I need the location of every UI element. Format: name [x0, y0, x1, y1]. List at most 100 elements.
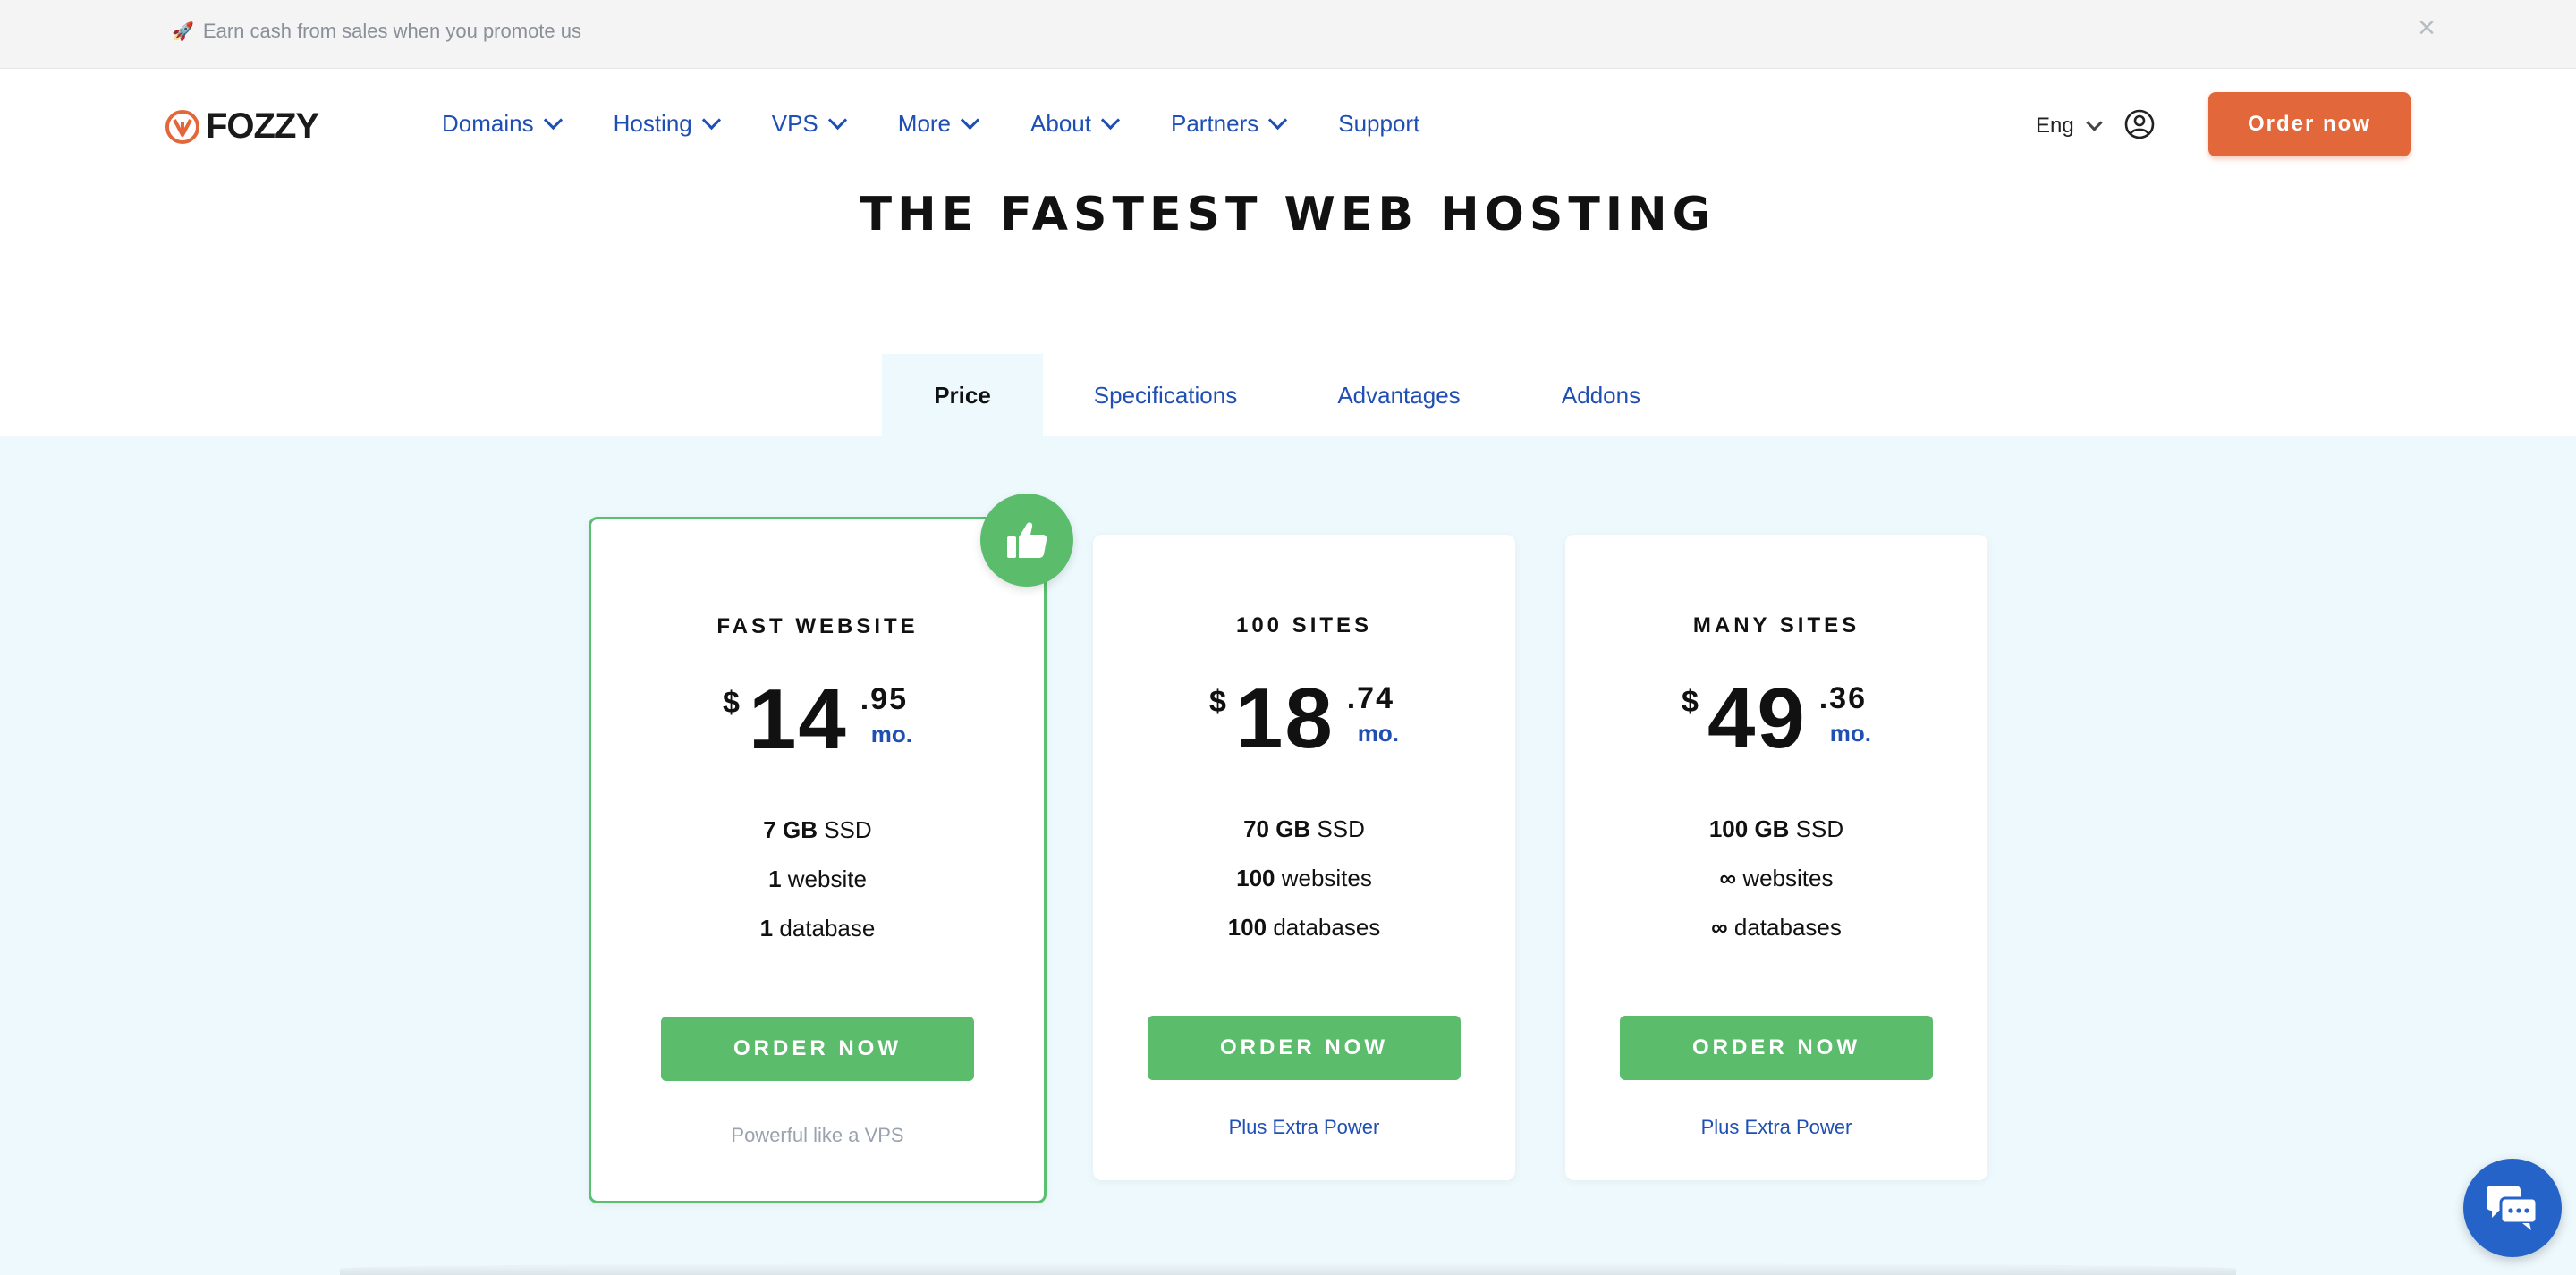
chevron-down-icon [2086, 114, 2103, 131]
feature-databases: ∞ databases [1565, 914, 1987, 941]
close-icon[interactable]: × [2413, 13, 2440, 43]
language-label: Eng [2036, 114, 2074, 138]
feature-label: websites [1281, 865, 1372, 891]
feature-value: 100 [1236, 865, 1275, 891]
price-cents: .95 [860, 682, 908, 716]
nav-label: VPS [771, 110, 818, 137]
nav-label: Domains [442, 110, 534, 137]
feature-label: databases [1733, 914, 1842, 941]
price-period: mo. [1829, 720, 1871, 747]
plan-card-many-sites: MANY SITES $ 49 .36 mo. 100 GB SSD ∞ web… [1565, 535, 1987, 1180]
logo[interactable]: FOZZY [165, 106, 319, 147]
tab-specifications[interactable]: Specifications [1043, 354, 1288, 436]
plus-extra-power-link[interactable]: Plus Extra Power [1565, 1116, 1987, 1139]
feature-value: 1 [768, 865, 782, 892]
price-int: 18 [1234, 671, 1335, 766]
nav-label: More [897, 110, 952, 137]
feature-storage: 70 GB SSD [1093, 815, 1515, 843]
currency: $ [723, 686, 740, 720]
page-title: THE FASTEST WEB HOSTING [860, 188, 1716, 241]
nav-label: Hosting [613, 110, 692, 137]
promo-bar: 🚀 Earn cash from sales when you promote … [0, 0, 2576, 69]
feature-value: ∞ [1711, 914, 1728, 941]
plan-name: MANY SITES [1692, 613, 1860, 638]
plan-price: $ 14 .95 mo. [591, 677, 1044, 763]
chat-button[interactable] [2463, 1159, 2562, 1257]
feature-value: ∞ [1719, 865, 1737, 891]
feature-label: website [787, 865, 867, 892]
plan-card-fast-website: FAST WEBSITE $ 14 .95 mo. 7 GB SSD 1 web… [589, 517, 1046, 1203]
logo-text: FOZZY [206, 106, 319, 146]
chevron-down-icon [1268, 110, 1288, 131]
tab-bar: Price Specifications Advantages Addons [882, 354, 1692, 436]
user-circle-icon[interactable] [2123, 108, 2156, 140]
order-now-button[interactable]: ORDER NOW [661, 1017, 974, 1081]
feature-value: 70 GB [1243, 815, 1311, 842]
feature-databases: 1 database [591, 915, 1044, 942]
thumbs-up-icon [1007, 522, 1047, 558]
nav-domains[interactable]: Domains [442, 110, 563, 138]
price-cents: .74 [1346, 681, 1394, 715]
feature-storage: 100 GB SSD [1565, 815, 1987, 843]
promo-link[interactable]: 🚀 Earn cash from sales when you promote … [172, 20, 581, 43]
site-header: FOZZY Domains Hosting VPS More About Par… [0, 69, 2576, 182]
price-int: 49 [1707, 671, 1807, 766]
plus-extra-power-link[interactable]: Plus Extra Power [1093, 1116, 1515, 1139]
nav-more[interactable]: More [897, 110, 980, 138]
nav-label: Support [1338, 110, 1420, 137]
chevron-down-icon [960, 110, 980, 131]
nav-hosting[interactable]: Hosting [613, 110, 721, 138]
feature-value: 1 [759, 915, 774, 941]
plan-footer-text: Powerful like a VPS [731, 1124, 904, 1146]
feature-label: database [779, 915, 876, 941]
promo-text: Earn cash from sales when you promote us [202, 20, 581, 42]
feature-value: 100 [1227, 914, 1267, 941]
chat-icon [2487, 1186, 2538, 1230]
plan-name: FAST WEBSITE [716, 614, 919, 638]
order-now-button[interactable]: Order now [2208, 92, 2411, 156]
price-period: mo. [870, 721, 912, 747]
featured-badge [980, 494, 1073, 587]
currency: $ [1682, 685, 1699, 719]
plan-name: 100 SITES [1235, 613, 1373, 638]
tab-advantages[interactable]: Advantages [1288, 354, 1510, 436]
price-cents: .36 [1818, 681, 1867, 715]
section-divider [340, 1262, 2236, 1275]
chevron-down-icon [701, 110, 721, 131]
price-int: 14 [748, 671, 848, 767]
feature-value: 7 GB [763, 816, 818, 843]
feature-websites: ∞ websites [1565, 865, 1987, 892]
feature-label: SSD [1795, 815, 1844, 842]
feature-databases: 100 databases [1093, 914, 1515, 941]
nav-label: Partners [1170, 110, 1259, 137]
price-period: mo. [1357, 720, 1399, 747]
feature-label: databases [1273, 914, 1381, 941]
feature-label: SSD [1317, 815, 1365, 842]
rocket-icon: 🚀 [172, 21, 194, 42]
order-now-button[interactable]: ORDER NOW [1620, 1016, 1933, 1080]
language-selector[interactable]: Eng [2036, 114, 2103, 139]
main-nav: Domains Hosting VPS More About Partners … [442, 110, 1473, 138]
chevron-down-icon [1100, 110, 1121, 131]
nav-label: About [1030, 110, 1091, 137]
plan-price: $ 18 .74 mo. [1093, 676, 1515, 762]
feature-value: 100 GB [1708, 815, 1790, 842]
chevron-down-icon [827, 110, 847, 131]
currency: $ [1209, 685, 1226, 719]
plan-card-100-sites: 100 SITES $ 18 .74 mo. 70 GB SSD 100 web… [1093, 535, 1515, 1180]
tab-addons[interactable]: Addons [1510, 354, 1692, 436]
nav-vps[interactable]: VPS [771, 110, 847, 138]
feature-label: SSD [824, 816, 872, 843]
feature-websites: 100 websites [1093, 865, 1515, 892]
feature-label: websites [1742, 865, 1834, 891]
tab-price[interactable]: Price [882, 354, 1043, 436]
plan-price: $ 49 .36 mo. [1565, 676, 1987, 762]
nav-about[interactable]: About [1030, 110, 1121, 138]
nav-partners[interactable]: Partners [1170, 110, 1288, 138]
order-now-button[interactable]: ORDER NOW [1148, 1016, 1461, 1080]
nav-support[interactable]: Support [1338, 110, 1419, 138]
feature-websites: 1 website [591, 865, 1044, 893]
fozzy-logo-icon [165, 109, 199, 144]
chevron-down-icon [543, 110, 563, 131]
feature-storage: 7 GB SSD [591, 816, 1044, 844]
